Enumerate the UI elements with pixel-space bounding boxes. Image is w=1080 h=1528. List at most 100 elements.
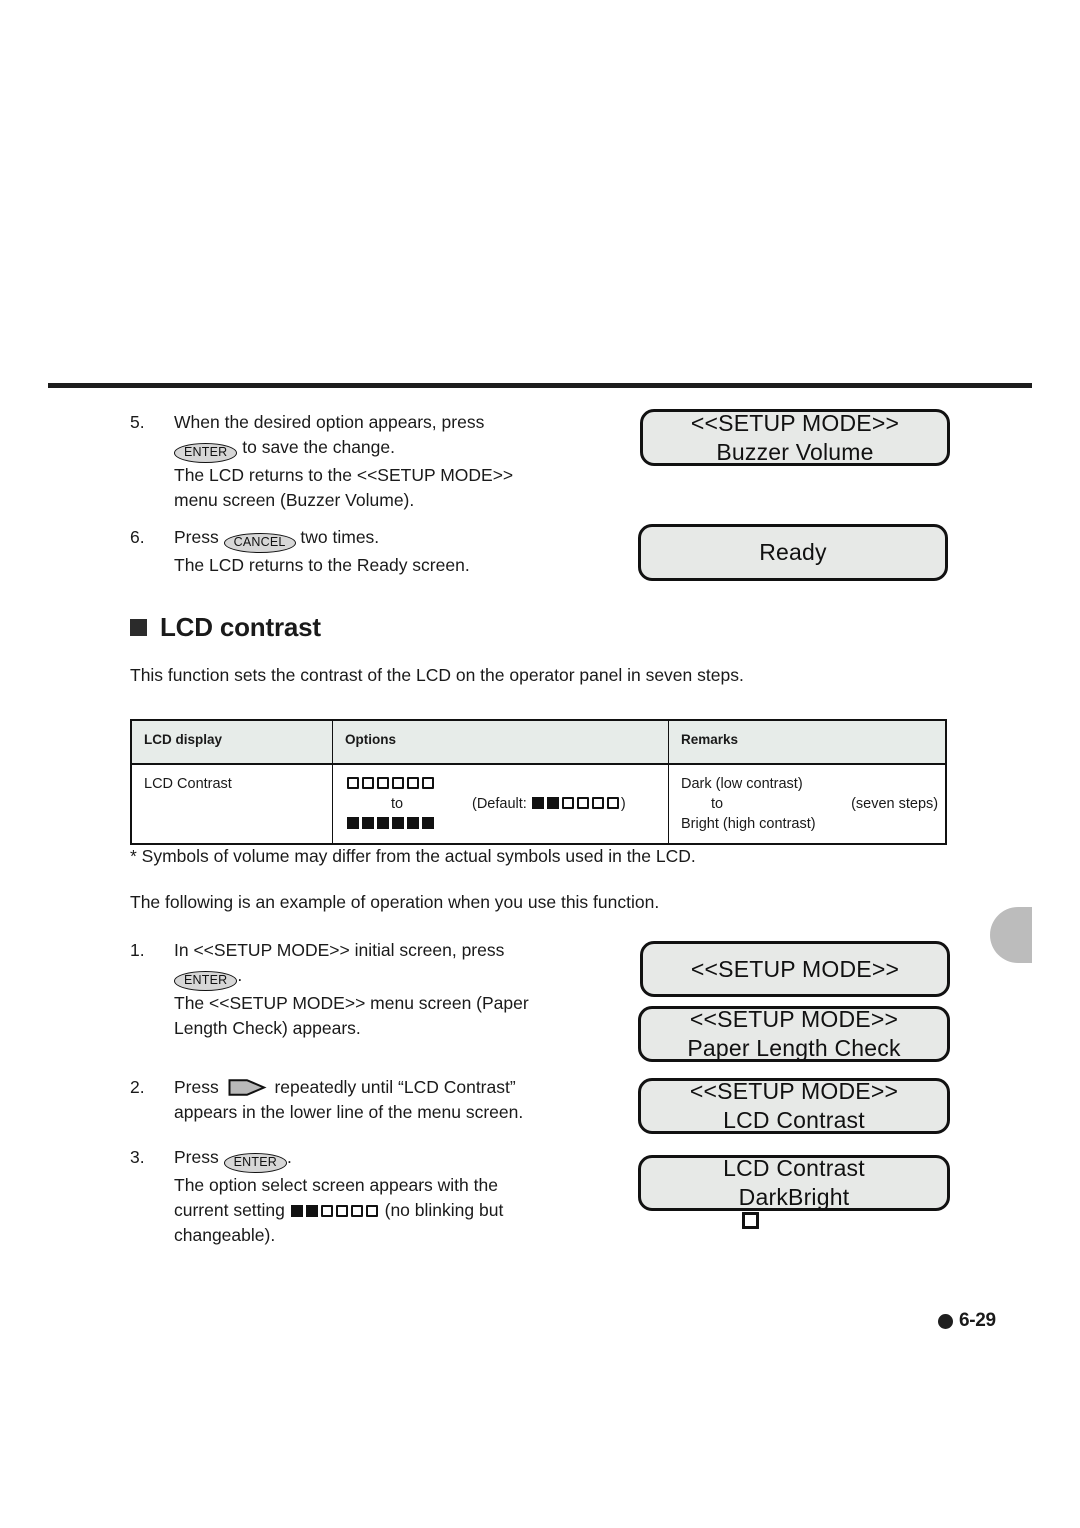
step-5-body: When the desired option appears, press E…: [174, 410, 513, 513]
contrast-square-empty: [361, 777, 374, 789]
cell-lcd-display: LCD Contrast: [130, 764, 333, 844]
lcd-paper-length-line-1: <<SETUP MODE>>: [689, 1006, 899, 1032]
step-5-line-3: The LCD returns to the <<SETUP MODE>>: [174, 465, 514, 485]
contrast-square-empty: [366, 1205, 379, 1217]
lcd-contrast-option-line-2: Dark Bright: [739, 1183, 850, 1229]
step-5-line-2-text: to save the change.: [237, 437, 395, 457]
step-2-line-1-suffix: repeatedly until “LCD Contrast”: [269, 1077, 516, 1097]
remarks-line-3: Bright (high contrast): [681, 816, 816, 832]
lcd-contrast-menu-line-1: <<SETUP MODE>>: [689, 1078, 899, 1104]
lcd-panel-ready: Ready: [638, 524, 948, 581]
contrast-square-empty: [741, 1212, 759, 1229]
options-diagram: to (Default: ): [345, 774, 657, 834]
step-6-body: Press CANCEL two times. The LCD returns …: [174, 525, 470, 578]
remarks-line-1: Dark (low contrast): [681, 776, 803, 792]
step-1-line-3: The <<SETUP MODE>> menu screen (Paper: [174, 993, 529, 1013]
lcd-paper-length-line-2: Paper Length Check: [687, 1035, 901, 1061]
contrast-square-filled: [306, 1205, 319, 1217]
remarks-line-2: to (seven steps): [681, 794, 938, 814]
lcd-bright-label: Bright: [788, 1184, 850, 1210]
lcd-panel-setup-mode: <<SETUP MODE>>: [640, 941, 950, 997]
cell-options: to (Default: ): [332, 764, 669, 844]
header-rule: [48, 383, 1032, 388]
default-suffix: ): [620, 796, 626, 812]
contrast-square-empty: [607, 797, 620, 809]
step-1-line-4: Length Check) appears.: [174, 1018, 361, 1038]
step-3-line-1-suffix: .: [286, 1147, 292, 1167]
step-5: 5. When the desired option appears, pres…: [130, 410, 600, 513]
options-default-note: (Default: ): [472, 794, 626, 814]
lcd-contrast-menu-line-2: LCD Contrast: [723, 1107, 865, 1133]
default-prefix: (Default:: [472, 796, 531, 812]
lcd-contrast-option-line-1: LCD Contrast: [723, 1155, 865, 1181]
cancel-key-button[interactable]: CANCEL: [223, 533, 296, 553]
step-1-body: In <<SETUP MODE>> initial screen, press …: [174, 938, 529, 1041]
page-number-dot-icon: [938, 1313, 953, 1329]
options-top-squares: [345, 774, 657, 794]
step-1: 1. In <<SETUP MODE>> initial screen, pre…: [130, 938, 600, 1041]
step-5-number: 5.: [130, 412, 145, 432]
options-bottom-squares: [345, 814, 657, 834]
contrast-square-empty: [321, 1205, 334, 1217]
square-bullet-icon: [130, 619, 147, 636]
step-5-line-4: menu screen (Buzzer Volume).: [174, 490, 415, 510]
step-2-body: Press repeatedly until “LCD Contrast” ap…: [174, 1075, 523, 1125]
contrast-square-empty: [391, 777, 404, 789]
enter-key-button[interactable]: ENTER: [223, 1153, 287, 1173]
enter-key-button[interactable]: ENTER: [174, 443, 238, 463]
step-5-line-1: When the desired option appears, press: [174, 412, 485, 432]
step-2-press-label: Press: [174, 1077, 224, 1097]
remarks-to-label: to: [711, 796, 724, 812]
contrast-square-filled: [376, 817, 389, 829]
contrast-square-filled: [532, 797, 545, 809]
lcd-setup-mode-line-1: <<SETUP MODE>>: [690, 955, 900, 982]
step-3-line-2: The option select screen appears with th…: [174, 1175, 498, 1195]
step-3-body: Press ENTER. The option select screen ap…: [174, 1145, 503, 1248]
right-arrow-key-icon[interactable]: [227, 1078, 267, 1097]
current-setting-squares: [290, 1200, 380, 1220]
default-squares: [531, 796, 621, 812]
page-number-label: 6-29: [959, 1310, 996, 1331]
table-header-row: LCD display Options Remarks: [130, 720, 947, 765]
step-3-number: 3.: [130, 1147, 145, 1167]
step-1-number: 1.: [130, 940, 145, 960]
step-3-line-1: Press ENTER.: [174, 1145, 503, 1173]
contrast-square-empty: [592, 797, 605, 809]
lcd-panel-buzzer-volume: <<SETUP MODE>> Buzzer Volume: [640, 409, 950, 466]
contrast-square-empty: [376, 777, 389, 789]
followup-text: The following is an example of operation…: [130, 892, 660, 912]
section-intro-text: This function sets the contrast of the L…: [130, 665, 744, 685]
contrast-square-empty: [336, 1205, 349, 1217]
enter-key-button[interactable]: ENTER: [174, 971, 238, 991]
lcd-contrast-spec-table: LCD display Options Remarks LCD Contrast…: [130, 719, 947, 845]
chapter-edge-tab-marker: [990, 907, 1032, 963]
table-header-lcd-display: LCD display: [130, 720, 333, 765]
contrast-square-filled: [547, 797, 560, 809]
step-3-press-label: Press: [174, 1147, 224, 1167]
lcd-ready-line-1: Ready: [759, 539, 827, 565]
step-3-line-3: current setting (no blinking but: [174, 1198, 503, 1223]
step-6-line-1: Press CANCEL two times.: [174, 525, 470, 553]
step-6-line-1-suffix: two times.: [295, 527, 380, 547]
contrast-square-empty: [406, 777, 419, 789]
table-header-options: Options: [332, 720, 669, 765]
step-6: 6. Press CANCEL two times. The LCD retur…: [130, 525, 600, 578]
step-3-setting-label: current setting: [174, 1200, 290, 1220]
remarks-steps-label: (seven steps): [851, 796, 939, 812]
step-2-line-1: Press repeatedly until “LCD Contrast”: [174, 1075, 523, 1100]
contrast-square-filled: [346, 817, 359, 829]
page-number: 6-29: [938, 1310, 996, 1332]
contrast-square-empty: [346, 777, 359, 789]
contrast-square-filled: [406, 817, 419, 829]
lcd-buzzer-volume-line-2: Buzzer Volume: [716, 438, 874, 465]
contrast-square-empty: [562, 797, 575, 809]
contrast-square-filled: [391, 817, 404, 829]
step-2-line-2: appears in the lower line of the menu sc…: [174, 1102, 524, 1122]
step-6-press-label: Press: [174, 527, 224, 547]
contrast-square-filled: [421, 817, 434, 829]
table-header-remarks: Remarks: [668, 720, 947, 765]
step-2: 2. Press repeatedly until “LCD Contrast”…: [130, 1075, 610, 1125]
cell-remarks: Dark (low contrast) to (seven steps) Brig…: [668, 764, 947, 844]
table-footnote: * Symbols of volume may differ from the …: [130, 846, 696, 866]
contrast-square-empty: [421, 777, 434, 789]
